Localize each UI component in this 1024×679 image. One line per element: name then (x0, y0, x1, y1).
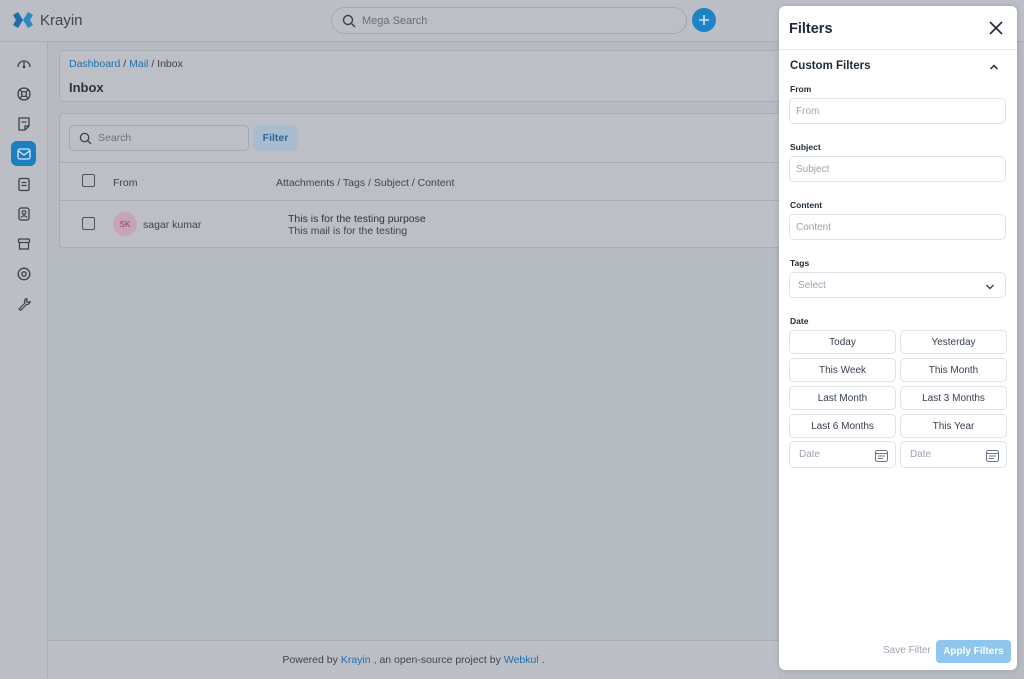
dashboard-icon (16, 59, 31, 68)
tags-select-placeholder: Select (798, 279, 826, 291)
krayin-logo-icon (13, 12, 33, 28)
row-content: This mail is for the testing (288, 225, 408, 237)
start-date-field[interactable]: Date (789, 441, 896, 468)
settings-icon (17, 267, 30, 280)
close-icon (989, 21, 1003, 35)
tags-select[interactable]: Select (789, 272, 1006, 298)
divider (779, 49, 1017, 50)
breadcrumb: Dashboard / Mail / Inbox (69, 58, 183, 70)
sidebar-item-contacts[interactable] (11, 201, 36, 226)
close-button[interactable] (988, 20, 1004, 36)
app-name: Krayin (40, 11, 83, 29)
select-all-checkbox[interactable] (82, 174, 95, 187)
footer-krayin-link[interactable]: Krayin (341, 654, 371, 666)
tags-label: Tags (790, 258, 810, 268)
apply-filters-button[interactable]: Apply Filters (936, 640, 1011, 663)
save-filter-button[interactable]: Save Filter (883, 645, 931, 656)
divider (59, 200, 799, 201)
drawer-title: Filters (789, 21, 833, 37)
avatar: SK (113, 212, 137, 236)
sidebar (0, 42, 48, 679)
filters-drawer: Filters Custom Filters From Subject Cont… (779, 6, 1017, 670)
mega-search-input[interactable] (362, 14, 662, 27)
configuration-icon (17, 297, 31, 311)
sidebar-item-configuration[interactable] (11, 291, 36, 316)
sidebar-item-activities[interactable] (11, 171, 36, 196)
quick-create-button[interactable] (692, 8, 716, 32)
date-preset-this-year[interactable]: This Year (900, 414, 1007, 438)
date-preset-last-month[interactable]: Last Month (789, 386, 896, 410)
mega-search[interactable] (331, 7, 687, 34)
sidebar-item-settings[interactable] (11, 261, 36, 286)
chevron-up-icon (989, 64, 999, 70)
search-icon (342, 14, 356, 27)
breadcrumb-mail[interactable]: Mail (129, 58, 148, 70)
footer-webkul-link[interactable]: Webkul (504, 654, 539, 666)
activities-icon (17, 177, 30, 191)
from-field[interactable] (789, 98, 1006, 124)
krayin-logo[interactable]: Krayin (12, 11, 83, 29)
subject-field[interactable] (789, 156, 1006, 182)
from-label: From (790, 84, 812, 94)
divider (59, 162, 799, 163)
date-preset-last-3-months[interactable]: Last 3 Months (900, 386, 1007, 410)
date-preset-yesterday[interactable]: Yesterday (900, 330, 1007, 354)
start-date-placeholder: Date (799, 449, 821, 460)
calendar-icon[interactable] (985, 448, 1000, 463)
leads-icon (16, 86, 31, 101)
custom-filters-heading[interactable]: Custom Filters (790, 60, 871, 72)
mail-search-input[interactable] (98, 132, 238, 144)
footer-suffix: . (541, 654, 545, 666)
end-date-placeholder: Date (910, 449, 932, 460)
breadcrumb-dashboard[interactable]: Dashboard (69, 58, 120, 70)
row-subject: This is for the testing purpose (288, 213, 426, 225)
search-icon (79, 132, 92, 145)
row-checkbox[interactable] (82, 217, 95, 230)
footer-prefix: Powered by (282, 654, 338, 666)
date-label: Date (790, 316, 809, 326)
footer: Powered by Krayin, an open-source projec… (48, 640, 779, 679)
breadcrumb-separator: / (151, 58, 155, 70)
sidebar-item-products[interactable] (11, 231, 36, 256)
calendar-icon[interactable] (874, 448, 889, 463)
mail-search[interactable] (69, 125, 249, 151)
column-header-content[interactable]: Attachments / Tags / Subject / Content (276, 177, 454, 189)
sidebar-item-mail[interactable] (11, 141, 36, 166)
subject-label: Subject (790, 142, 821, 152)
sidebar-item-quotes[interactable] (11, 111, 36, 136)
row-from: sagar kumar (143, 219, 202, 231)
column-header-from[interactable]: From (113, 177, 138, 189)
page-title: Inbox (69, 80, 104, 95)
quotes-icon (17, 116, 30, 131)
plus-icon (699, 15, 709, 25)
footer-middle: , an open-source project by (373, 654, 501, 666)
date-preset-today[interactable]: Today (789, 330, 896, 354)
breadcrumb-separator: / (123, 58, 127, 70)
products-icon (17, 237, 30, 250)
content-label: Content (790, 200, 823, 210)
contacts-icon (17, 206, 30, 221)
sidebar-item-leads[interactable] (11, 81, 36, 106)
filter-button[interactable]: Filter (253, 125, 298, 151)
date-preset-this-week[interactable]: This Week (789, 358, 896, 382)
sidebar-item-dashboard[interactable] (11, 51, 36, 76)
date-preset-last-6-months[interactable]: Last 6 Months (789, 414, 896, 438)
end-date-field[interactable]: Date (900, 441, 1007, 468)
date-preset-this-month[interactable]: This Month (900, 358, 1007, 382)
chevron-down-icon (986, 284, 994, 290)
breadcrumb-current: Inbox (157, 58, 183, 70)
mail-icon (16, 147, 31, 160)
content-field[interactable] (789, 214, 1006, 240)
collapse-toggle[interactable] (988, 61, 1000, 73)
